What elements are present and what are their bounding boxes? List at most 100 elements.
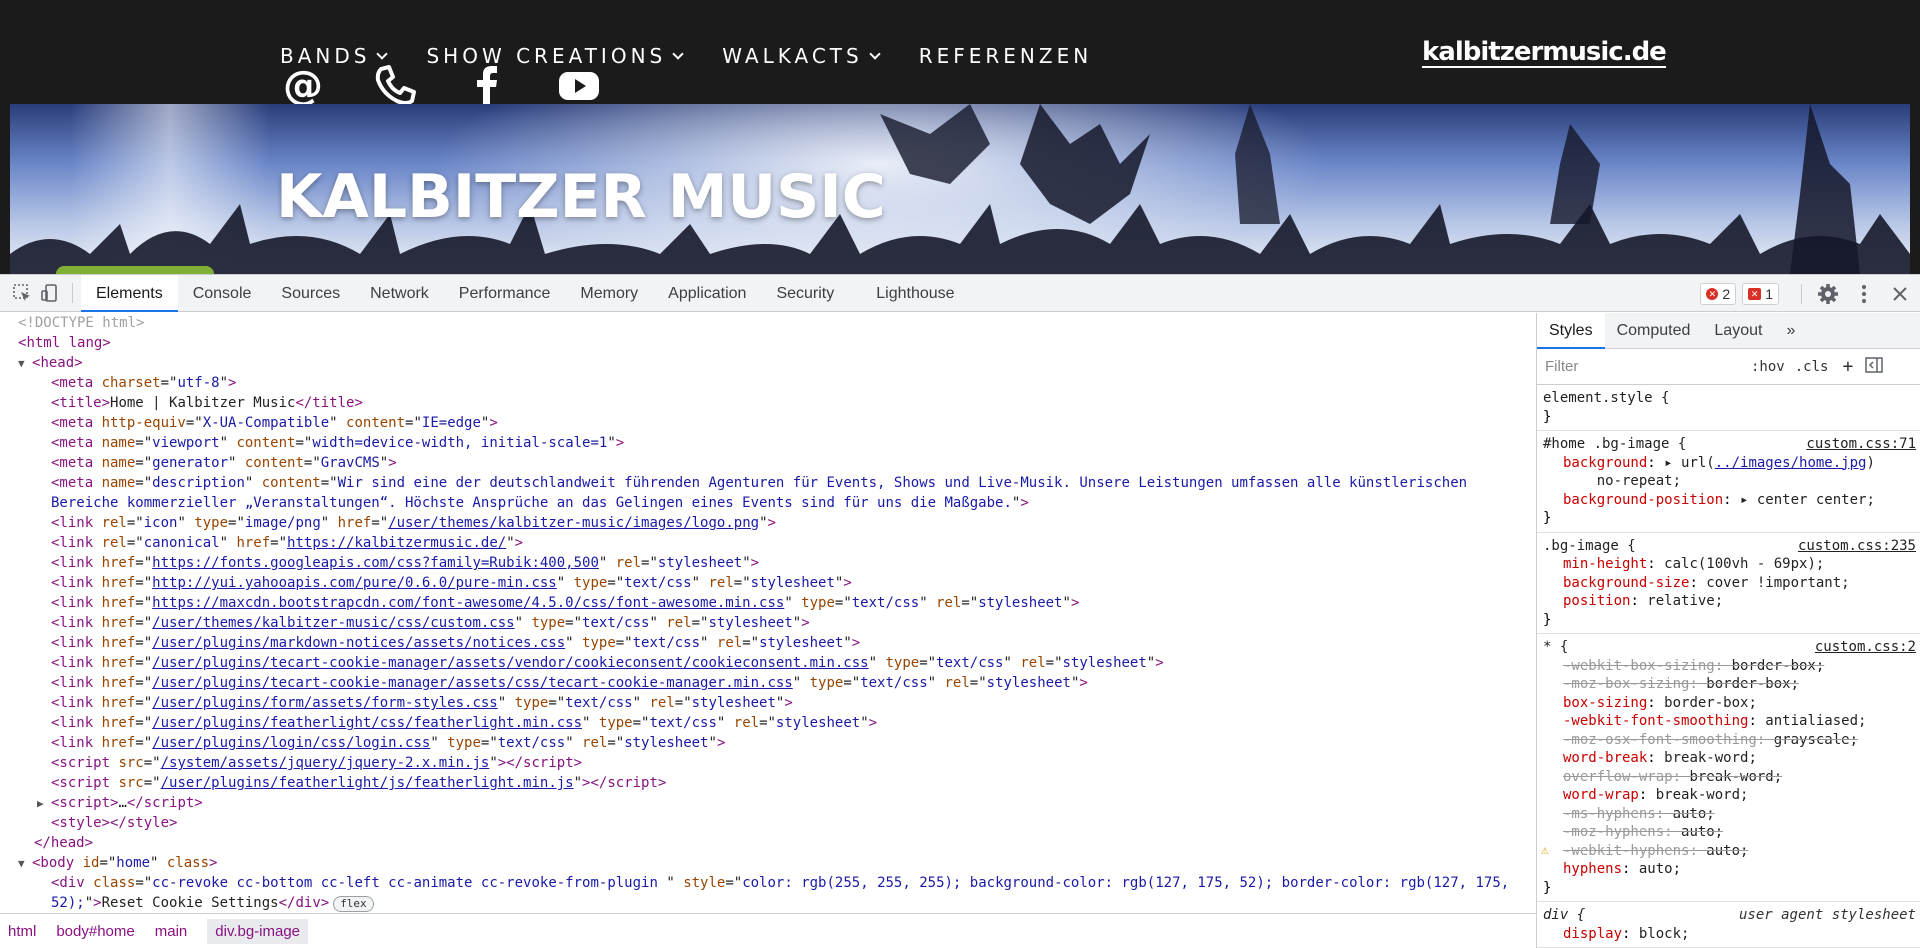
style-declaration[interactable]: -webkit-font-smoothing: antialiased;: [1543, 712, 1914, 731]
link-href[interactable]: http://yui.yahooapis.com/pure/0.6.0/pure…: [152, 575, 557, 591]
dom-node-link[interactable]: <link href="http://yui.yahooapis.com/pur…: [0, 573, 1536, 593]
device-toolbar-icon[interactable]: [36, 279, 64, 307]
dom-node-link[interactable]: <link href="/user/themes/kalbitzer-music…: [0, 613, 1536, 633]
tab-elements[interactable]: Elements: [81, 274, 178, 312]
dom-node-body[interactable]: ▼ <body id="home" class>: [0, 853, 1536, 873]
dom-node-link-canonical[interactable]: <link rel="canonical" href="https://kalb…: [0, 533, 1536, 553]
style-declaration[interactable]: -ms-hyphens: auto;: [1543, 805, 1914, 824]
dom-node-head-close[interactable]: </head>: [0, 833, 1536, 853]
style-rule[interactable]: div {user agent stylesheet display: block…: [1537, 902, 1920, 948]
tab-network[interactable]: Network: [355, 275, 444, 312]
hov-toggle[interactable]: :hov: [1751, 359, 1785, 375]
dom-node-cc-revoke-div[interactable]: <div class="cc-revoke cc-bottom cc-left …: [0, 873, 1536, 913]
style-declaration[interactable]: min-height: calc(100vh - 69px);: [1543, 555, 1914, 574]
breadcrumb-item[interactable]: html: [8, 923, 36, 940]
dom-node-head[interactable]: ▼ <head>: [0, 353, 1536, 373]
tab-memory[interactable]: Memory: [565, 275, 653, 312]
issue-count-badge[interactable]: ✕ 1: [1742, 282, 1779, 305]
toggle-sidebar-icon[interactable]: [1865, 356, 1884, 377]
expand-triangle-icon[interactable]: ▼: [18, 354, 32, 374]
nav-item-referenzen[interactable]: REFERENZEN: [919, 44, 1092, 68]
style-rule-element[interactable]: element.style { }: [1537, 385, 1920, 431]
link-href[interactable]: /user/plugins/tecart-cookie-manager/asse…: [152, 675, 793, 691]
link-href[interactable]: https://maxcdn.bootstrapcdn.com/font-awe…: [152, 595, 784, 611]
rule-source-link[interactable]: custom.css:71: [1806, 435, 1916, 454]
script-src[interactable]: /system/assets/jquery/jquery-2.x.min.js: [161, 755, 490, 771]
style-url-link[interactable]: ../images/home.jpg: [1715, 455, 1867, 471]
dom-node-script[interactable]: <script src="/user/plugins/featherlight/…: [0, 773, 1536, 793]
link-canonical-href[interactable]: https://kalbitzermusic.de/: [287, 535, 506, 551]
youtube-icon[interactable]: [556, 62, 602, 108]
style-declaration[interactable]: -moz-box-sizing: border-box;: [1543, 675, 1914, 694]
phone-icon[interactable]: [372, 62, 418, 108]
style-declaration[interactable]: background-size: cover !important;: [1543, 574, 1914, 593]
tab-security[interactable]: Security: [761, 275, 849, 312]
style-declaration[interactable]: word-wrap: break-word;: [1543, 786, 1914, 805]
expand-triangle-icon[interactable]: ▶: [37, 794, 51, 814]
style-declaration[interactable]: no-repeat;: [1543, 472, 1914, 491]
expand-triangle-icon[interactable]: ▼: [18, 854, 32, 874]
dom-node-meta-xua[interactable]: <meta http-equiv="X-UA-Compatible" conte…: [0, 413, 1536, 433]
style-declaration[interactable]: position: relative;: [1543, 592, 1914, 611]
styles-tab-styles[interactable]: Styles: [1537, 313, 1605, 349]
rule-source-link[interactable]: custom.css:2: [1815, 638, 1916, 657]
style-declaration[interactable]: ⚠ -webkit-hyphens: auto;: [1541, 842, 1914, 861]
style-declaration[interactable]: background-position: ▸ center center;: [1543, 491, 1914, 510]
style-declaration[interactable]: overflow-wrap: break-word;: [1543, 768, 1914, 787]
dom-node-script-collapsed[interactable]: ▶ <script>…</script>: [0, 793, 1536, 813]
dom-node-link[interactable]: <link href="/user/plugins/tecart-cookie-…: [0, 653, 1536, 673]
style-declaration[interactable]: -moz-osx-font-smoothing: grayscale;: [1543, 731, 1914, 750]
dom-node-meta-description[interactable]: <meta name="description" content="Wir si…: [0, 473, 1536, 513]
link-href[interactable]: /user/themes/kalbitzer-music/css/custom.…: [152, 615, 514, 631]
breadcrumb-item[interactable]: body#home: [56, 923, 134, 940]
dom-node-meta-generator[interactable]: <meta name="generator" content="GravCMS"…: [0, 453, 1536, 473]
dom-node-link[interactable]: <link href="/user/plugins/tecart-cookie-…: [0, 673, 1536, 693]
dom-node-link[interactable]: <link href="/user/plugins/featherlight/c…: [0, 713, 1536, 733]
inspect-element-icon[interactable]: [8, 279, 36, 307]
at-icon[interactable]: @: [280, 62, 326, 108]
link-href[interactable]: /user/plugins/tecart-cookie-manager/asse…: [152, 655, 868, 671]
nav-item-walkacts[interactable]: WALKACTS: [722, 44, 881, 68]
link-href[interactable]: /user/plugins/markdown-notices/assets/no…: [152, 635, 565, 651]
link-href[interactable]: /user/plugins/featherlight/css/featherli…: [152, 715, 582, 731]
settings-gear-icon[interactable]: [1814, 280, 1842, 308]
new-style-rule-icon[interactable]: +: [1842, 356, 1853, 377]
dom-node-script[interactable]: <script src="/system/assets/jquery/jquer…: [0, 753, 1536, 773]
close-devtools-icon[interactable]: [1886, 280, 1914, 308]
dom-node-doctype[interactable]: <!DOCTYPE html>: [0, 313, 1536, 333]
dom-node-meta-charset[interactable]: <meta charset="utf-8">: [0, 373, 1536, 393]
dom-node-link[interactable]: <link href="/user/plugins/markdown-notic…: [0, 633, 1536, 653]
dom-node-link[interactable]: <link href="/user/plugins/form/assets/fo…: [0, 693, 1536, 713]
dom-node-link[interactable]: <link href="/user/plugins/login/css/logi…: [0, 733, 1536, 753]
tab-sources[interactable]: Sources: [266, 275, 355, 312]
dom-node-style[interactable]: <style></style>: [0, 813, 1536, 833]
link-href[interactable]: https://fonts.googleapis.com/css?family=…: [152, 555, 599, 571]
cookie-settings-tab[interactable]: [56, 266, 214, 274]
style-rule[interactable]: .bg-image {custom.css:235 min-height: cal…: [1537, 533, 1920, 634]
tab-performance[interactable]: Performance: [444, 275, 566, 312]
cls-toggle[interactable]: .cls: [1795, 359, 1829, 375]
dom-node-html[interactable]: <html lang>: [0, 333, 1536, 353]
style-declaration[interactable]: hyphens: auto;: [1543, 860, 1914, 879]
dom-node-meta-viewport[interactable]: <meta name="viewport" content="width=dev…: [0, 433, 1536, 453]
link-href[interactable]: /user/plugins/login/css/login.css: [152, 735, 430, 751]
style-declaration[interactable]: word-break: break-word;: [1543, 749, 1914, 768]
facebook-icon[interactable]: [464, 62, 510, 108]
style-declaration[interactable]: background: ▸ url(../images/home.jpg): [1543, 454, 1914, 473]
style-declaration[interactable]: -moz-hyphens: auto;: [1543, 823, 1914, 842]
flex-badge[interactable]: flex: [333, 896, 374, 912]
styles-filter-input[interactable]: [1545, 358, 1741, 375]
tab-application[interactable]: Application: [653, 275, 761, 312]
dom-node-link[interactable]: <link href="https://maxcdn.bootstrapcdn.…: [0, 593, 1536, 613]
dom-node-link-icon[interactable]: <link rel="icon" type="image/png" href="…: [0, 513, 1536, 533]
script-src[interactable]: /user/plugins/featherlight/js/featherlig…: [161, 775, 574, 791]
dom-node-title[interactable]: <title>Home | Kalbitzer Music</title>: [0, 393, 1536, 413]
tab-lighthouse[interactable]: Lighthouse: [861, 275, 969, 312]
error-count-badge[interactable]: ✕ 2: [1700, 282, 1737, 305]
rule-source-link[interactable]: custom.css:235: [1798, 537, 1916, 556]
link-href[interactable]: /user/plugins/form/assets/form-styles.cs…: [152, 695, 498, 711]
styles-tab-computed[interactable]: Computed: [1605, 313, 1703, 349]
style-rule[interactable]: * {custom.css:2 -webkit-box-sizing: borde…: [1537, 634, 1920, 902]
styles-tab-layout[interactable]: Layout: [1702, 313, 1774, 349]
link-icon-href[interactable]: /user/themes/kalbitzer-music/images/logo…: [388, 515, 759, 531]
